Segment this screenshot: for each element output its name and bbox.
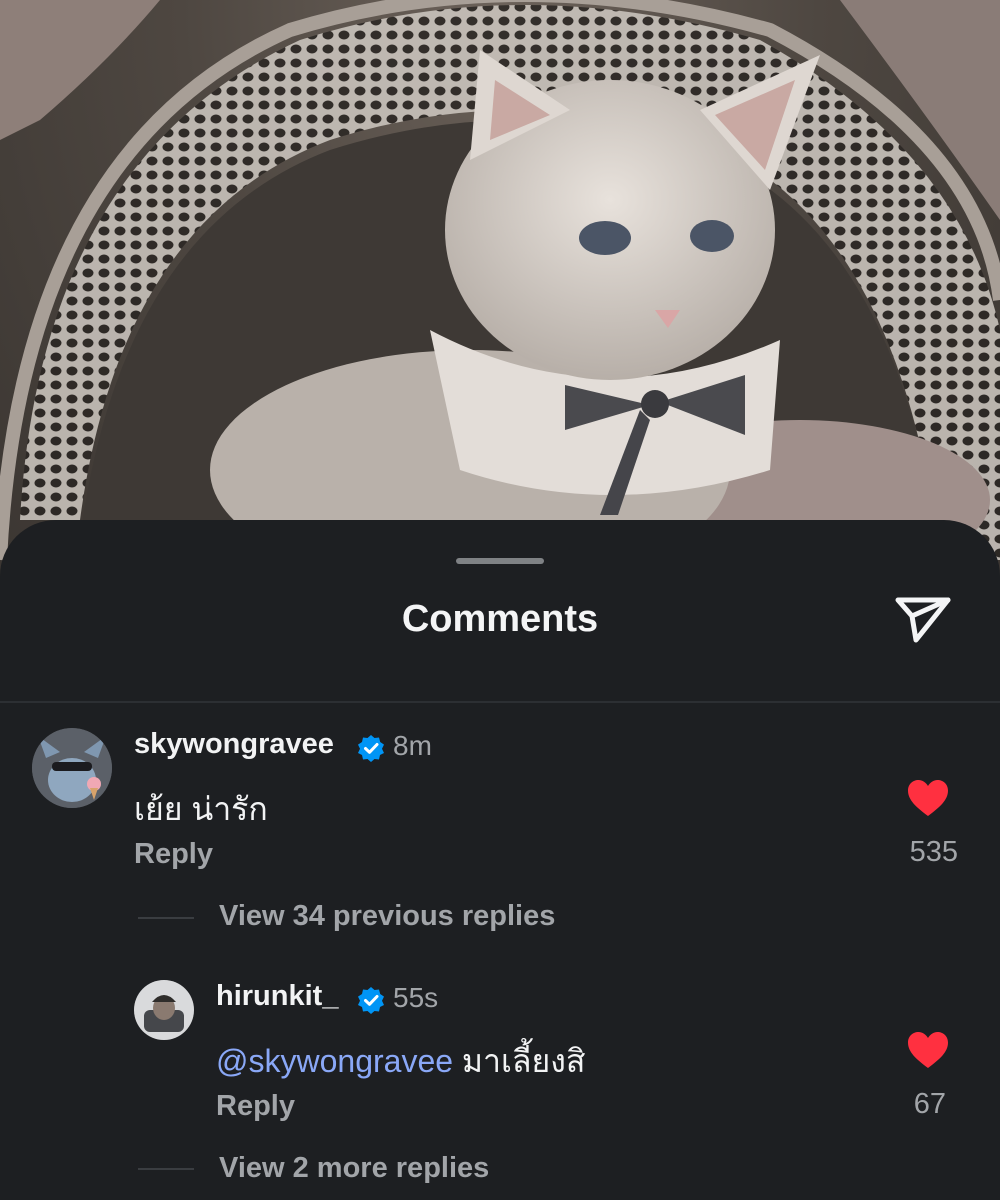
mention-link[interactable]: @skywongravee (216, 1043, 453, 1079)
verified-badge-icon (358, 987, 384, 1014)
reply-button[interactable]: Reply (134, 838, 213, 871)
thread-line (138, 917, 194, 919)
sheet-title: Comments (401, 598, 599, 640)
heart-filled-icon (908, 1032, 948, 1068)
comment-username[interactable]: skywongravee (134, 728, 334, 761)
reply-username[interactable]: hirunkit_ (216, 980, 338, 1013)
thread-line (138, 1168, 194, 1170)
sheet-drag-handle[interactable] (456, 558, 544, 564)
avatar-image (32, 728, 112, 808)
paper-plane-icon (895, 597, 951, 643)
avatar[interactable] (134, 980, 194, 1040)
heart-filled-icon (908, 780, 948, 816)
like-button[interactable] (906, 1030, 950, 1070)
avatar-image (134, 980, 194, 1040)
reply-button[interactable]: Reply (216, 1090, 295, 1123)
reply-timestamp: 55s (393, 982, 439, 1013)
reply-text: @skywongravee มาเลี้ยงสิ (216, 1036, 585, 1087)
avatar[interactable] (32, 728, 112, 808)
view-more-replies-button[interactable]: View 2 more replies (219, 1152, 489, 1185)
comment-text: เย้ย น่ารัก (134, 791, 268, 827)
like-button[interactable] (906, 778, 950, 818)
like-count: 67 (913, 1088, 946, 1120)
header-divider (0, 701, 1000, 703)
comment-timestamp: 8m (393, 730, 432, 761)
like-count: 535 (909, 836, 958, 868)
share-button[interactable] (892, 594, 954, 646)
view-previous-replies-button[interactable]: View 34 previous replies (219, 900, 555, 933)
verified-badge-icon (358, 735, 384, 762)
comments-sheet: Comments skywongravee 8m เย้ย น่ารัก Rep… (0, 520, 1000, 1200)
reply-text-body: มาเลี้ยงสิ (461, 1043, 586, 1079)
